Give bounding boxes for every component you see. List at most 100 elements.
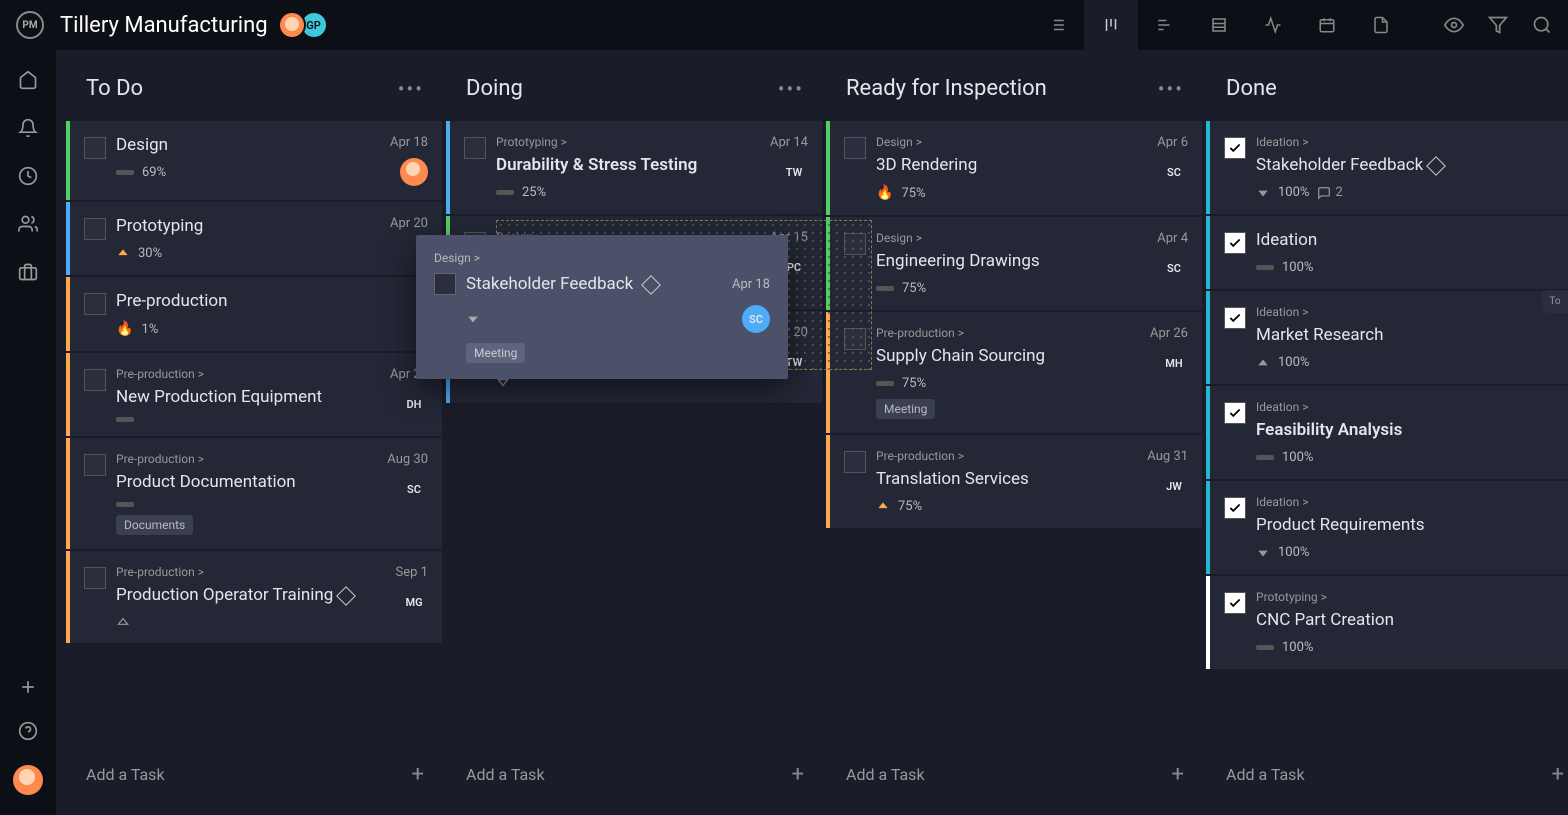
add-task-button[interactable]: Add a Task+ xyxy=(66,744,444,805)
task-checkbox[interactable] xyxy=(1224,232,1246,254)
card-title[interactable]: Product Documentation xyxy=(116,472,377,492)
task-card[interactable]: Ideation >Market Research100% xyxy=(1206,291,1568,384)
task-checkbox[interactable] xyxy=(1224,402,1246,424)
filter-icon[interactable] xyxy=(1488,15,1508,35)
task-checkbox[interactable] xyxy=(434,273,456,295)
task-checkbox[interactable] xyxy=(464,137,486,159)
task-checkbox[interactable] xyxy=(844,451,866,473)
recent-icon[interactable] xyxy=(18,166,38,186)
column-menu-icon[interactable]: ••• xyxy=(1158,77,1184,101)
comment-count[interactable]: 2 xyxy=(1317,185,1342,200)
view-activity-icon[interactable] xyxy=(1246,0,1300,50)
view-list-icon[interactable] xyxy=(1030,0,1084,50)
task-card[interactable]: Pre-production >Production Operator Trai… xyxy=(66,551,442,643)
card-title[interactable]: Supply Chain Sourcing xyxy=(876,346,1140,366)
card-title[interactable]: Prototyping xyxy=(116,216,380,236)
add-task-button[interactable]: Add a Task+ xyxy=(1206,744,1568,805)
avatar-badge[interactable]: SC xyxy=(400,475,428,503)
task-card[interactable]: Pre-production🔥1% xyxy=(66,277,442,351)
task-card[interactable]: Ideation100% xyxy=(1206,216,1568,289)
task-card[interactable]: Ideation >Feasibility Analysis100% xyxy=(1206,386,1568,479)
task-card[interactable]: Prototyping30%Apr 20 xyxy=(66,202,442,275)
card-breadcrumb: Ideation > xyxy=(1256,400,1568,414)
add-task-button[interactable]: Add a Task+ xyxy=(826,744,1204,805)
card-title[interactable]: 3D Rendering xyxy=(876,155,1147,175)
task-card[interactable]: Pre-production >Translation Services75%A… xyxy=(826,435,1202,528)
task-card[interactable]: Pre-production >New Production Equipment… xyxy=(66,353,442,436)
card-tag[interactable]: Meeting xyxy=(876,399,935,419)
task-checkbox[interactable] xyxy=(84,218,106,240)
dragging-card[interactable]: Design >Stakeholder Feedback Apr 18SCMee… xyxy=(416,235,788,379)
card-tag[interactable]: Documents xyxy=(116,515,193,535)
card-title[interactable]: Design xyxy=(116,135,380,155)
view-calendar-icon[interactable] xyxy=(1300,0,1354,50)
task-checkbox[interactable] xyxy=(84,137,106,159)
task-card[interactable]: Design >3D Rendering🔥75%Apr 6SC xyxy=(826,121,1202,215)
card-title[interactable]: Translation Services xyxy=(876,469,1137,489)
card-title[interactable]: Engineering Drawings xyxy=(876,251,1147,271)
header-avatar-group[interactable]: GP xyxy=(284,11,328,39)
task-card[interactable]: Prototyping >CNC Part Creation100% xyxy=(1206,576,1568,669)
search-icon[interactable] xyxy=(1532,15,1552,35)
column-menu-icon[interactable]: ••• xyxy=(778,77,804,101)
briefcase-icon[interactable] xyxy=(18,262,38,282)
progress-bar-icon xyxy=(116,170,134,175)
avatar-badge[interactable]: JW xyxy=(1160,472,1188,500)
column-menu-icon[interactable]: ••• xyxy=(398,77,424,101)
notifications-icon[interactable] xyxy=(18,118,38,138)
task-card[interactable]: Design >Engineering Drawings75%Apr 4SC xyxy=(826,217,1202,310)
card-title[interactable]: CNC Part Creation xyxy=(1256,610,1568,630)
card-title[interactable]: Stakeholder Feedback xyxy=(1256,155,1568,175)
avatar-badge[interactable]: SC xyxy=(1160,158,1188,186)
task-checkbox[interactable] xyxy=(844,137,866,159)
task-checkbox[interactable] xyxy=(84,454,106,476)
avatar-badge[interactable]: SC xyxy=(1160,254,1188,282)
view-gantt-icon[interactable] xyxy=(1138,0,1192,50)
avatar-badge[interactable]: MG xyxy=(400,588,428,616)
avatar-face-icon[interactable] xyxy=(400,158,428,186)
avatar-face-icon[interactable] xyxy=(278,11,306,39)
priority-down-icon xyxy=(466,312,480,326)
view-files-icon[interactable] xyxy=(1354,0,1408,50)
task-card[interactable]: Pre-production >Supply Chain Sourcing75%… xyxy=(826,312,1202,433)
task-checkbox[interactable] xyxy=(84,293,106,315)
avatar-badge[interactable]: DH xyxy=(400,390,428,418)
view-sheet-icon[interactable] xyxy=(1192,0,1246,50)
add-icon[interactable] xyxy=(18,677,38,697)
task-card[interactable]: Pre-production >Product DocumentationDoc… xyxy=(66,438,442,549)
help-icon[interactable] xyxy=(18,721,38,741)
card-title[interactable]: Durability & Stress Testing xyxy=(496,155,760,175)
side-panel-tab[interactable]: To xyxy=(1542,290,1568,313)
card-title[interactable]: Production Operator Training xyxy=(116,585,386,605)
user-avatar-icon[interactable] xyxy=(13,765,43,795)
task-checkbox[interactable] xyxy=(84,567,106,589)
view-board-icon[interactable] xyxy=(1084,0,1138,50)
task-card[interactable]: Ideation >Product Requirements100% xyxy=(1206,481,1568,574)
avatar-badge[interactable]: MH xyxy=(1160,349,1188,377)
card-meta: 100%2 xyxy=(1256,185,1568,200)
card-tag[interactable]: Meeting xyxy=(466,343,525,363)
card-title[interactable]: Ideation xyxy=(1256,230,1568,250)
card-title[interactable]: Pre-production xyxy=(116,291,428,311)
card-title[interactable]: Product Requirements xyxy=(1256,515,1568,535)
column-body: Design69%Apr 18Prototyping30%Apr 20 Pre-p… xyxy=(66,121,444,744)
avatar-badge[interactable]: TW xyxy=(780,158,808,186)
add-task-button[interactable]: Add a Task+ xyxy=(446,744,824,805)
task-card[interactable]: Ideation >Stakeholder Feedback100%2 xyxy=(1206,121,1568,214)
avatar-badge[interactable]: SC xyxy=(742,305,770,333)
visibility-icon[interactable] xyxy=(1444,15,1464,35)
task-checkbox[interactable] xyxy=(84,369,106,391)
card-title[interactable]: Market Research xyxy=(1256,325,1568,345)
priority-fire-icon: 🔥 xyxy=(116,321,133,337)
task-card[interactable]: Design69%Apr 18 xyxy=(66,121,442,200)
task-checkbox[interactable] xyxy=(1224,137,1246,159)
team-icon[interactable] xyxy=(18,214,38,234)
home-icon[interactable] xyxy=(18,70,38,90)
task-checkbox[interactable] xyxy=(1224,497,1246,519)
card-title[interactable]: Feasibility Analysis xyxy=(1256,420,1568,440)
card-title[interactable]: New Production Equipment xyxy=(116,387,380,407)
task-card[interactable]: Prototyping >Durability & Stress Testing… xyxy=(446,121,822,214)
task-checkbox[interactable] xyxy=(1224,592,1246,614)
task-checkbox[interactable] xyxy=(1224,307,1246,329)
app-logo[interactable]: PM xyxy=(16,11,44,39)
